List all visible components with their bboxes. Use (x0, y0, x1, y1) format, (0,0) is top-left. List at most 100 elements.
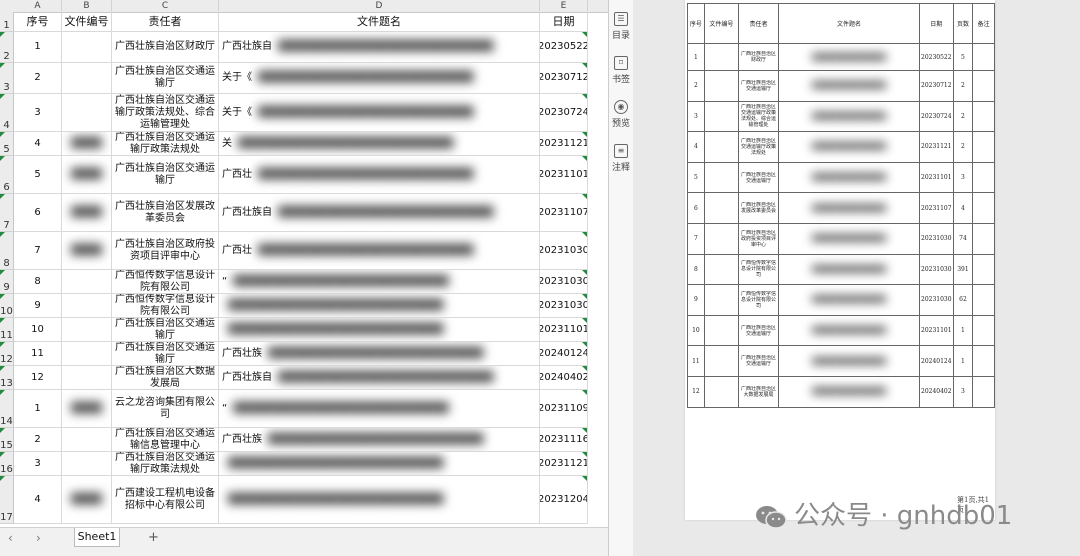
next-sheet-icon[interactable]: › (36, 531, 41, 545)
add-sheet-button[interactable]: + (148, 530, 159, 545)
cell-title[interactable]: ████████████████████████████ (219, 452, 540, 476)
cell-title[interactable]: 关于《 ████████████████████████████ (219, 94, 540, 132)
col-header-c[interactable]: C (112, 0, 219, 12)
cell-date[interactable]: 20230724 (540, 94, 588, 132)
cell-date[interactable]: 20231030 (540, 270, 588, 294)
cell-date[interactable]: 20231109 (540, 390, 588, 428)
cell-title[interactable]: 广西壮族自 ████████████████████████████ (219, 32, 540, 63)
cell-date[interactable]: 20231116 (540, 428, 588, 452)
cell-owner[interactable]: 广西壮族自治区政府投资项目评审中心 (112, 232, 219, 270)
row-header[interactable]: 1 (0, 12, 14, 32)
header-cell[interactable]: 文件题名 (219, 12, 540, 32)
cell-title[interactable]: “ ████████████████████████████ (219, 270, 540, 294)
cell-num[interactable]: 8 (14, 270, 62, 294)
cell-date[interactable]: 20230522 (540, 32, 588, 63)
cell-file-id[interactable] (62, 294, 112, 318)
cell-owner[interactable]: 广西壮族自治区财政厅 (112, 32, 219, 63)
header-cell[interactable]: 日期 (540, 12, 588, 32)
row-header[interactable]: 14 (0, 390, 14, 428)
cell-file-id[interactable] (62, 318, 112, 342)
cell-file-id[interactable]: ████ (62, 476, 112, 524)
cell-title[interactable]: “ ████████████████████████████ (219, 390, 540, 428)
cell-date[interactable]: 20231121 (540, 132, 588, 156)
cell-num[interactable]: 10 (14, 318, 62, 342)
row-header[interactable]: 5 (0, 132, 14, 156)
cell-num[interactable]: 12 (14, 366, 62, 390)
cell-date[interactable]: 20231107 (540, 194, 588, 232)
cell-title[interactable]: 广西壮族自 ████████████████████████████ (219, 194, 540, 232)
row-header[interactable]: 6 (0, 156, 14, 194)
row-header[interactable]: 11 (0, 318, 14, 342)
cell-num[interactable]: 2 (14, 63, 62, 94)
row-header[interactable]: 3 (0, 63, 14, 94)
sheet-tab-sheet1[interactable]: Sheet1 (74, 528, 120, 547)
col-header-d[interactable]: D (219, 0, 540, 12)
row-header[interactable]: 10 (0, 294, 14, 318)
cell-num[interactable]: 4 (14, 476, 62, 524)
cell-file-id[interactable] (62, 366, 112, 390)
col-header-e[interactable]: E (540, 0, 588, 12)
cell-date[interactable]: 20231204 (540, 476, 588, 524)
cell-title[interactable]: ████████████████████████████ (219, 294, 540, 318)
row-header[interactable]: 15 (0, 428, 14, 452)
cell-title[interactable]: 广西壮族 ████████████████████████████ (219, 428, 540, 452)
row-header[interactable]: 4 (0, 94, 14, 132)
cell-file-id[interactable]: ████ (62, 156, 112, 194)
cell-num[interactable]: 11 (14, 342, 62, 366)
cell-owner[interactable]: 广西壮族自治区交通运输厅政策法规处 (112, 452, 219, 476)
cell-owner[interactable]: 广西恒传数字信息设计院有限公司 (112, 270, 219, 294)
cell-owner[interactable]: 广西壮族自治区交通运输厅 (112, 63, 219, 94)
header-cell[interactable]: 序号 (14, 12, 62, 32)
cell-owner[interactable]: 广西壮族自治区发展改革委员会 (112, 194, 219, 232)
cell-date[interactable]: 20231030 (540, 294, 588, 318)
cell-file-id[interactable]: ████ (62, 194, 112, 232)
cell-owner[interactable]: 广西建设工程机电设备招标中心有限公司 (112, 476, 219, 524)
cell-file-id[interactable]: ████ (62, 232, 112, 270)
cell-file-id[interactable] (62, 428, 112, 452)
cell-title[interactable]: 广西壮族自 ████████████████████████████ (219, 366, 540, 390)
row-header[interactable]: 13 (0, 366, 14, 390)
cell-num[interactable]: 3 (14, 452, 62, 476)
sidebar-item-preview[interactable]: ◉ 预览 (609, 100, 633, 129)
cell-owner[interactable]: 广西壮族自治区交通运输厅 (112, 342, 219, 366)
prev-sheet-icon[interactable]: ‹ (8, 531, 13, 545)
sidebar-item-comment[interactable]: ≡ 注释 (609, 144, 633, 173)
cell-file-id[interactable] (62, 452, 112, 476)
row-header[interactable]: 7 (0, 194, 14, 232)
cell-owner[interactable]: 广西壮族自治区交通运输信息管理中心 (112, 428, 219, 452)
cell-title[interactable]: 广西壮族 ████████████████████████████ (219, 342, 540, 366)
cell-title[interactable]: 广西壮 ████████████████████████████ (219, 156, 540, 194)
cell-num[interactable]: 6 (14, 194, 62, 232)
cell-num[interactable]: 9 (14, 294, 62, 318)
header-cell[interactable]: 文件编号 (62, 12, 112, 32)
cell-file-id[interactable] (62, 270, 112, 294)
sidebar-item-toc[interactable]: ☰ 目录 (609, 12, 633, 41)
row-header[interactable]: 2 (0, 32, 14, 63)
cell-num[interactable]: 3 (14, 94, 62, 132)
cell-owner[interactable]: 广西壮族自治区大数据发展局 (112, 366, 219, 390)
header-cell[interactable]: 责任者 (112, 12, 219, 32)
cell-title[interactable]: 关 ████████████████████████████ (219, 132, 540, 156)
cell-file-id[interactable]: ████ (62, 390, 112, 428)
cell-date[interactable]: 20240402 (540, 366, 588, 390)
cell-num[interactable]: 2 (14, 428, 62, 452)
row-header[interactable]: 17 (0, 476, 14, 524)
cell-file-id[interactable] (62, 32, 112, 63)
cell-date[interactable]: 20230712 (540, 63, 588, 94)
cell-date[interactable]: 20231101 (540, 156, 588, 194)
cell-owner[interactable]: 云之龙咨询集团有限公司 (112, 390, 219, 428)
cell-date[interactable]: 20231121 (540, 452, 588, 476)
row-header[interactable]: 16 (0, 452, 14, 476)
cell-owner[interactable]: 广西壮族自治区交通运输厅政策法规处、综合运输管理处 (112, 94, 219, 132)
cell-title[interactable]: 广西壮 ████████████████████████████ (219, 232, 540, 270)
row-header[interactable]: 9 (0, 270, 14, 294)
row-header[interactable]: 12 (0, 342, 14, 366)
cell-date[interactable]: 20231101 (540, 318, 588, 342)
cell-title[interactable]: ████████████████████████████ (219, 318, 540, 342)
cell-owner[interactable]: 广西壮族自治区交通运输厅 (112, 156, 219, 194)
cell-title[interactable]: ████████████████████████████ (219, 476, 540, 524)
cell-num[interactable]: 1 (14, 390, 62, 428)
cell-title[interactable]: 关于《 ████████████████████████████ (219, 63, 540, 94)
cell-file-id[interactable]: ████ (62, 132, 112, 156)
cell-file-id[interactable] (62, 94, 112, 132)
